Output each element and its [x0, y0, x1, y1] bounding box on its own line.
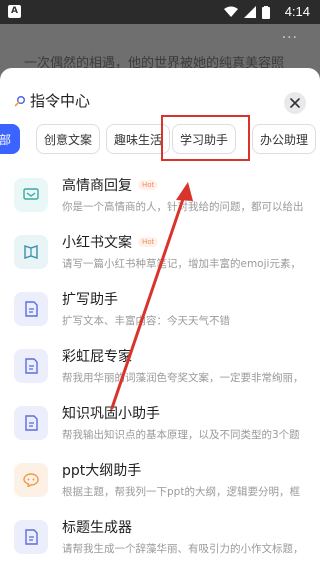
chat-icon — [14, 178, 48, 212]
item-description: 你是一个高情商的人，针对我给的问题，都可以给出 — [62, 201, 304, 213]
item-name: ppt大纲助手 — [62, 463, 142, 479]
item-name: 小红书文案 — [62, 235, 132, 251]
wifi-icon — [224, 6, 238, 17]
status-bar: A 4:14 — [0, 0, 320, 24]
book-icon — [14, 235, 48, 269]
list-item[interactable]: 扩写助手 扩写文本、丰富内容：今天天气不错 — [0, 282, 320, 339]
hot-badge: Hot — [138, 180, 159, 190]
tab-office-assistant[interactable]: 办公助理 — [252, 124, 316, 154]
hot-badge: Hot — [138, 237, 159, 247]
tab-all[interactable]: 部 — [0, 124, 20, 154]
list-item[interactable]: 彩虹屁专家 帮我用华丽的词藻润色夸奖文案，一定要非常绚丽， — [0, 339, 320, 396]
item-description: 请帮我生成一个辞藻华丽、有吸引力的小作文标题， — [62, 543, 304, 555]
signal-icon — [244, 6, 256, 18]
annotation-highlight-box — [161, 115, 250, 161]
search-icon — [14, 95, 25, 106]
list-item[interactable]: 知识巩固小助手 帮我输出知识点的基本原理，以及不同类型的3个题 — [0, 396, 320, 453]
app-badge-icon: A — [8, 5, 21, 18]
bubble-icon — [14, 463, 48, 497]
item-description: 根据主题，帮我列一下ppt的大纲，逻辑要分明，框 — [62, 486, 300, 498]
sheet-header: 指令中心 — [14, 90, 90, 111]
item-name: 彩虹屁专家 — [62, 349, 132, 365]
item-description: 帮我输出知识点的基本原理，以及不同类型的3个题 — [62, 429, 300, 441]
item-name: 扩写助手 — [62, 292, 118, 308]
sheet-title: 指令中心 — [30, 92, 91, 110]
list-item[interactable]: 高情商回复 Hot 你是一个高情商的人，针对我给的问题，都可以给出 — [0, 168, 320, 225]
item-description: 请写一篇小红书种草笔记，增加丰富的emoji元素， — [62, 258, 301, 270]
document-icon — [14, 520, 48, 554]
document-icon — [14, 349, 48, 383]
command-center-sheet: 指令中心 部 创意文案 趣味生活 学习助手 办公助理 高情商回复 Hot 你是一个… — [0, 68, 320, 569]
close-button[interactable] — [284, 92, 306, 114]
category-tabs: 部 创意文案 趣味生活 学习助手 办公助理 — [0, 124, 320, 158]
status-time: 4:14 — [284, 4, 310, 19]
document-icon — [14, 406, 48, 440]
item-description: 扩写文本、丰富内容：今天天气不错 — [62, 315, 230, 327]
item-name: 标题生成器 — [62, 520, 132, 536]
item-name: 高情商回复 — [62, 178, 132, 194]
list-item[interactable]: ppt大纲助手 根据主题，帮我列一下ppt的大纲，逻辑要分明，框 — [0, 453, 320, 510]
command-list: 高情商回复 Hot 你是一个高情商的人，针对我给的问题，都可以给出 小红书文案 Ho… — [0, 168, 320, 567]
item-name: 知识巩固小助手 — [62, 406, 160, 422]
system-icons — [224, 5, 270, 19]
document-icon — [14, 292, 48, 326]
close-icon — [290, 98, 300, 108]
list-item[interactable]: 小红书文案 Hot 请写一篇小红书种草笔记，增加丰富的emoji元素， — [0, 225, 320, 282]
item-description: 帮我用华丽的词藻润色夸奖文案，一定要非常绚丽， — [62, 372, 304, 384]
list-item[interactable]: 标题生成器 请帮我生成一个辞藻华丽、有吸引力的小作文标题， — [0, 510, 320, 567]
battery-icon — [262, 5, 270, 19]
tab-creative-copy[interactable]: 创意文案 — [36, 124, 100, 154]
more-icon: ··· — [281, 30, 298, 46]
